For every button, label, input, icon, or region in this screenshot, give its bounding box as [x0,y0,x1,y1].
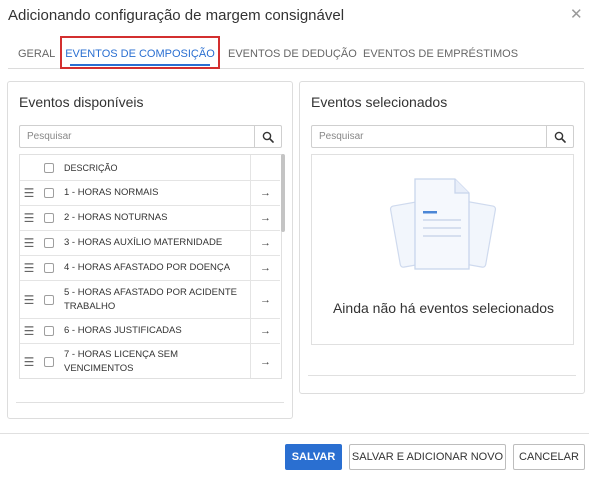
select-all-checkbox[interactable] [44,162,54,173]
tab-eventos-emprestimos[interactable]: EVENTOS DE EMPRÉSTIMOS [363,40,518,68]
table-row[interactable]: ☰ 1 - HORAS NORMAIS → [20,181,280,206]
panel-divider [308,375,576,376]
available-search [19,125,282,148]
event-label: 2 - HORAS NOTURNAS [64,212,168,223]
drag-handle-icon[interactable]: ☰ [20,261,38,275]
table-row[interactable]: ☰ 2 - HORAS NOTURNAS → [20,206,280,231]
drag-handle-icon[interactable]: ☰ [20,211,38,225]
row-checkbox[interactable] [44,188,54,198]
arrow-right-icon[interactable]: → [250,231,280,255]
dialog-title: Adicionando configuração de margem consi… [8,7,345,24]
available-events-title: Eventos disponíveis [19,94,144,110]
row-checkbox[interactable] [44,263,54,273]
drag-handle-icon[interactable]: ☰ [20,355,38,369]
table-row[interactable]: ☰ 6 - HORAS JUSTIFICADAS → [20,319,280,344]
tab-bar: GERAL EVENTOS DE COMPOSIÇÃO EVENTOS DE D… [8,36,584,69]
available-events-table: DESCRIÇÃO ☰ 1 - HORAS NORMAIS → ☰ 2 - HO… [19,154,282,379]
available-search-input[interactable] [20,126,254,147]
arrow-right-icon[interactable]: → [250,256,280,280]
tab-eventos-composicao[interactable]: EVENTOS DE COMPOSIÇÃO [60,36,220,69]
table-row[interactable]: ☰ 3 - HORAS AUXÍLIO MATERNIDADE → [20,231,280,256]
search-icon [262,131,274,143]
drag-handle-icon[interactable]: ☰ [20,186,38,200]
arrow-right-icon[interactable]: → [250,181,280,205]
row-checkbox[interactable] [44,326,54,336]
selected-search [311,125,574,148]
tab-geral[interactable]: GERAL [18,40,55,68]
table-row[interactable]: ☰ 4 - HORAS AFASTADO POR DOENÇA → [20,256,280,281]
row-checkbox[interactable] [44,357,54,367]
arrow-right-icon[interactable]: → [250,319,280,343]
arrow-right-icon[interactable]: → [250,344,280,378]
empty-state-message: Ainda não há eventos selecionados [332,300,555,316]
selected-search-input[interactable] [312,126,546,147]
save-and-add-new-button[interactable]: SALVAR E ADICIONAR NOVO [349,444,506,470]
event-label: 3 - HORAS AUXÍLIO MATERNIDADE [64,237,223,248]
cancel-button[interactable]: CANCELAR [513,444,585,470]
column-header-descricao: DESCRIÇÃO [64,162,118,173]
table-row[interactable]: ☰ 5 - HORAS AFASTADO POR ACIDENTE TRABAL… [20,281,280,319]
table-header: DESCRIÇÃO [20,155,280,181]
row-checkbox[interactable] [44,213,54,223]
arrow-right-icon[interactable]: → [250,281,280,318]
event-label: 6 - HORAS JUSTIFICADAS [64,325,182,336]
panel-divider [16,402,284,403]
row-checkbox[interactable] [44,238,54,248]
empty-state: Ainda não há eventos selecionados [311,154,574,345]
event-label: 4 - HORAS AFASTADO POR DOENÇA [64,262,231,273]
drag-handle-icon[interactable]: ☰ [20,324,38,338]
table-scrollbar[interactable] [281,154,285,232]
event-label: 1 - HORAS NORMAIS [64,187,159,198]
search-button[interactable] [254,126,281,147]
row-checkbox[interactable] [44,294,54,305]
footer-divider [0,433,589,434]
close-icon[interactable]: ✕ [570,7,583,23]
selected-events-panel: Eventos selecionados Ainda não há evento… [299,81,585,394]
event-label: 7 - HORAS LICENÇA SEM VENCIMENTOS [64,349,179,374]
save-button[interactable]: SALVAR [285,444,342,470]
documents-illustration-icon [389,178,497,270]
search-button[interactable] [546,126,573,147]
drag-handle-icon[interactable]: ☰ [20,236,38,250]
available-events-panel: Eventos disponíveis DESCRIÇÃO ☰ 1 - HORA… [7,81,293,419]
tab-eventos-deducao[interactable]: EVENTOS DE DEDUÇÃO [228,40,357,68]
drag-handle-icon[interactable]: ☰ [20,293,38,307]
selected-events-title: Eventos selecionados [311,94,448,110]
table-row[interactable]: ☰ 7 - HORAS LICENÇA SEM VENCIMENTOS → [20,344,280,378]
event-label: 5 - HORAS AFASTADO POR ACIDENTE TRABALHO [64,286,237,312]
search-icon [554,131,566,143]
arrow-right-icon[interactable]: → [250,206,280,230]
